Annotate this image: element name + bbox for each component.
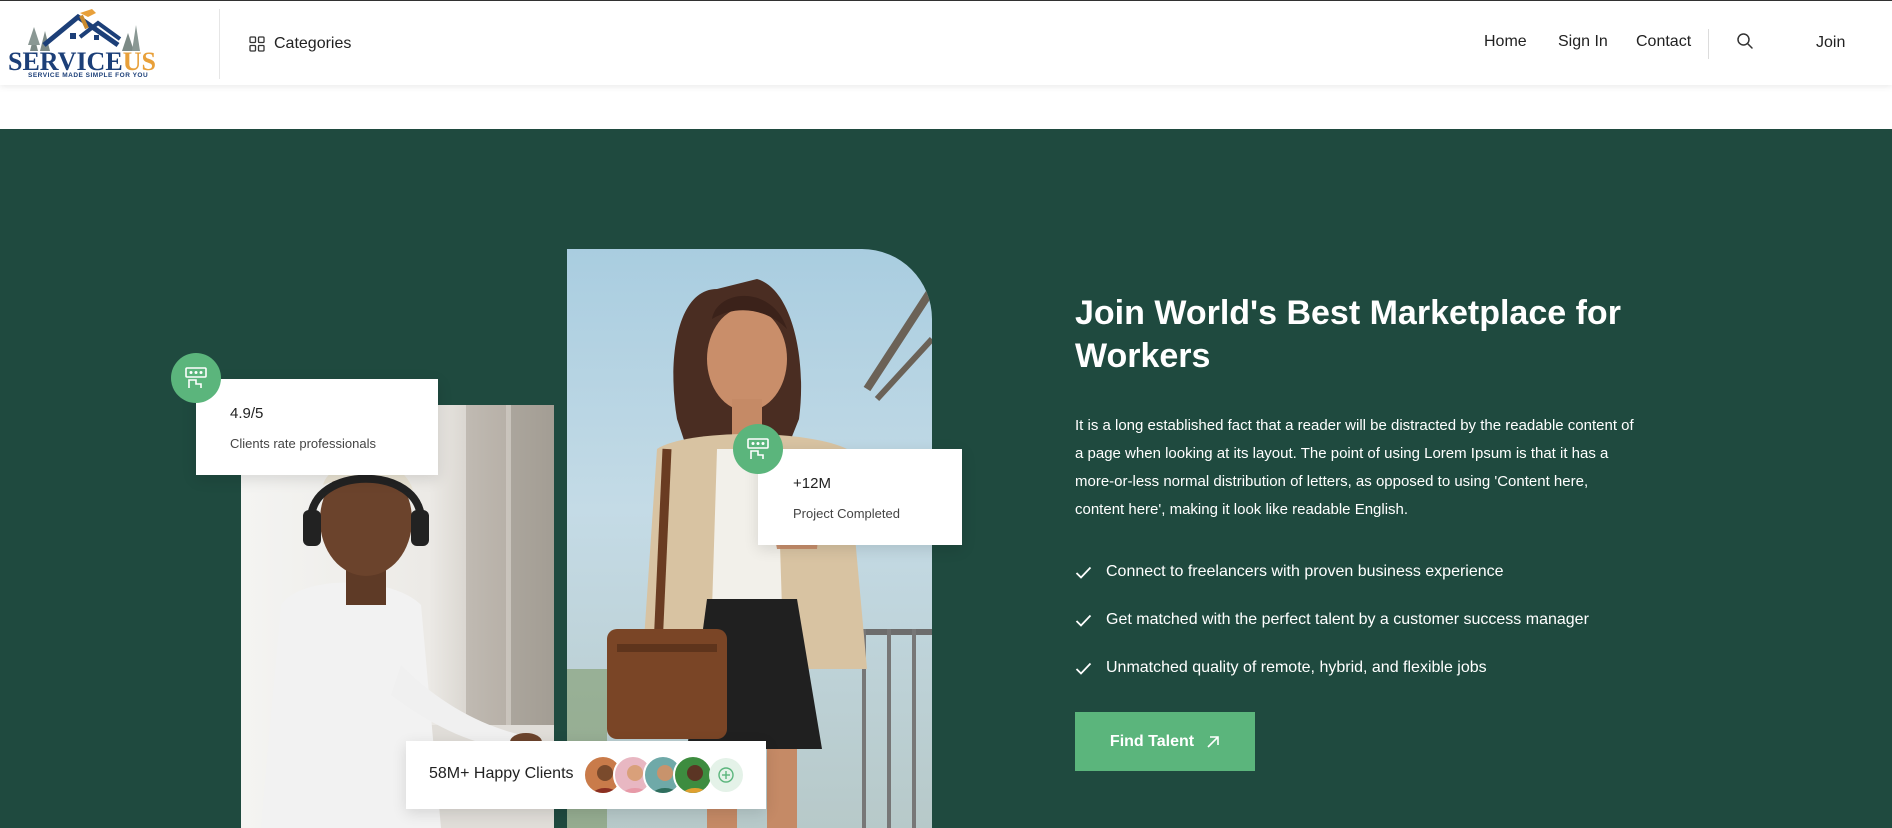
- projects-label: Project Completed: [793, 506, 900, 521]
- feature-item: Unmatched quality of remote, hybrid, and…: [1075, 657, 1487, 679]
- site-header: SERVICEUS SERVICE MADE SIMPLE FOR YOU Ca…: [0, 1, 1892, 85]
- plus-circle-icon: [709, 758, 743, 792]
- feature-item: Get matched with the perfect talent by a…: [1075, 609, 1589, 631]
- worker-icon: [747, 438, 769, 459]
- grid-icon: [249, 36, 265, 52]
- hero-title: Join World's Best Marketplace for Worker…: [1075, 294, 1621, 375]
- nav-join[interactable]: Join: [1816, 34, 1845, 52]
- find-talent-label: Find Talent: [1109, 732, 1195, 750]
- logo-tagline: SERVICE MADE SIMPLE FOR YOU: [28, 72, 149, 79]
- nav-divider: [1708, 29, 1709, 59]
- check-icon: [1075, 614, 1092, 627]
- feature-text: Connect to freelancers with proven busin…: [1106, 563, 1504, 580]
- rating-badge: [171, 353, 221, 403]
- client-avatar: [673, 755, 713, 795]
- header-divider: [219, 9, 220, 79]
- worker-icon: [185, 367, 207, 388]
- hero-description: It is a long established fact that a rea…: [1075, 417, 1634, 518]
- projects-card: +12M Project Completed: [758, 449, 962, 545]
- feature-text: Get matched with the perfect talent by a…: [1106, 611, 1589, 628]
- rating-value: 4.9/5: [230, 405, 264, 422]
- nav-sign-in[interactable]: Sign In: [1558, 33, 1608, 51]
- search-icon: [1737, 33, 1753, 49]
- site-logo[interactable]: SERVICEUS SERVICE MADE SIMPLE FOR YOU: [8, 5, 160, 81]
- arrow-up-right-icon: [1207, 735, 1219, 748]
- rating-label: Clients rate professionals: [230, 436, 376, 451]
- categories-label: Categories: [274, 35, 352, 52]
- search-button[interactable]: [1736, 32, 1756, 52]
- categories-button[interactable]: Categories: [249, 33, 351, 55]
- rating-card: 4.9/5 Clients rate professionals: [196, 379, 438, 475]
- feature-item: Connect to freelancers with proven busin…: [1075, 561, 1504, 583]
- more-clients-button[interactable]: [708, 757, 744, 798]
- projects-badge: [733, 424, 783, 474]
- check-icon: [1075, 566, 1092, 579]
- nav-contact[interactable]: Contact: [1636, 33, 1691, 51]
- feature-text: Unmatched quality of remote, hybrid, and…: [1106, 659, 1487, 676]
- happy-clients-label: 58M+ Happy Clients: [429, 765, 574, 782]
- logo-house-icon: [28, 9, 140, 51]
- check-icon: [1075, 662, 1092, 675]
- find-talent-button[interactable]: Find Talent: [1075, 712, 1255, 771]
- nav-home[interactable]: Home: [1484, 33, 1527, 51]
- projects-value: +12M: [793, 475, 831, 492]
